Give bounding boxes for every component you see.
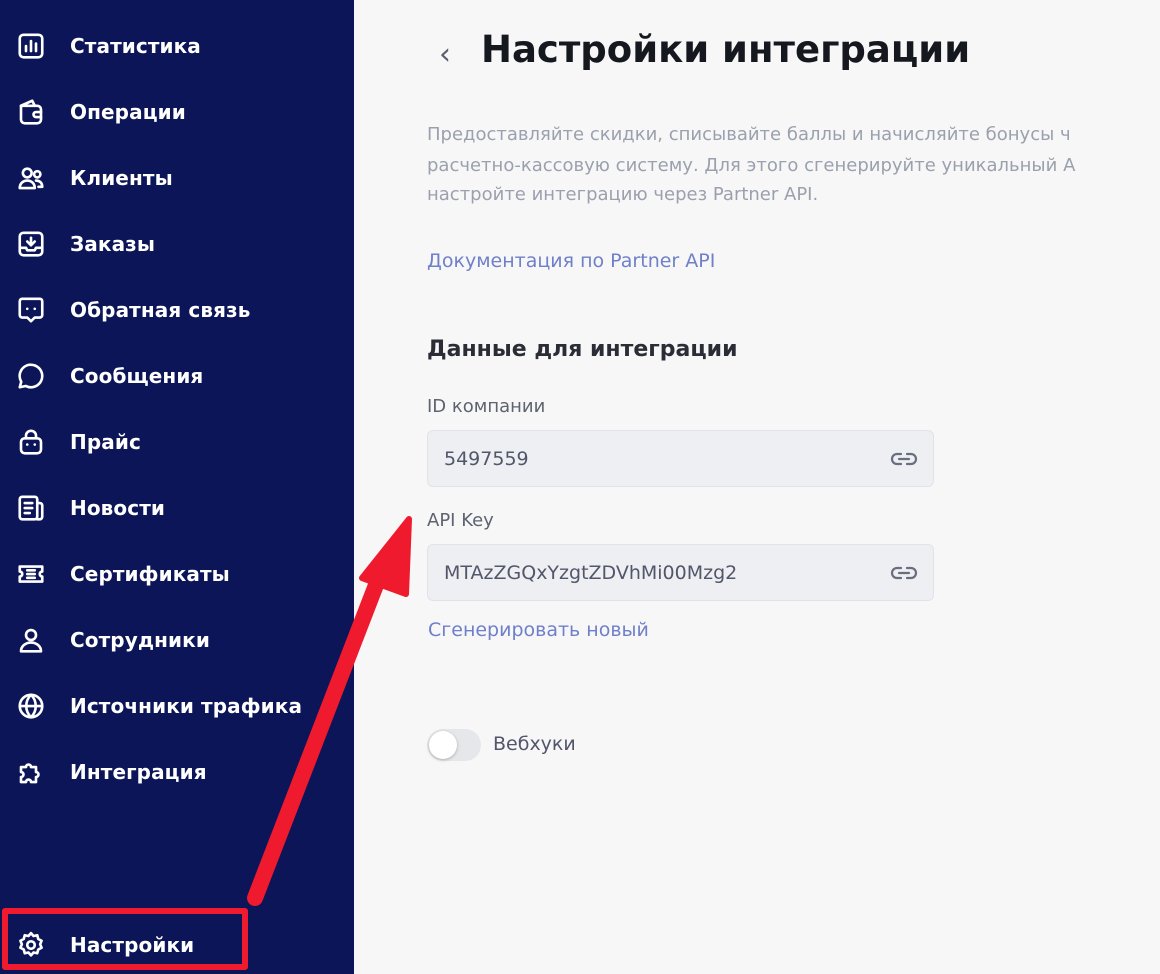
sidebar-item-price[interactable]: Прайс <box>0 417 354 467</box>
ticket-icon <box>16 559 46 589</box>
sidebar-item-traffic-sources[interactable]: Источники трафика <box>0 681 354 731</box>
feedback-icon <box>16 295 46 325</box>
user-icon <box>16 625 46 655</box>
sidebar-item-statistics[interactable]: Статистика <box>0 21 354 71</box>
chevron-left-icon: ‹ <box>439 36 451 72</box>
sidebar-item-label: Интеграция <box>70 760 207 784</box>
api-key-field[interactable]: MTAzZGQxYzgtZDVhMi00Mzg2 <box>427 544 934 601</box>
link-icon[interactable] <box>887 446 921 472</box>
sidebar-item-orders[interactable]: Заказы <box>0 219 354 269</box>
generate-new-key-link[interactable]: Сгенерировать новый <box>428 619 649 641</box>
company-id-field[interactable]: 5497559 <box>427 430 934 487</box>
description-line: настройте интеграцию через Partner API. <box>427 184 819 205</box>
globe-icon <box>16 691 46 721</box>
description-line: расчетно-кассовую систему. Для этого сге… <box>427 155 1076 176</box>
sidebar-item-certificates[interactable]: Сертификаты <box>0 549 354 599</box>
sidebar-item-feedback[interactable]: Обратная связь <box>0 285 354 335</box>
settings-highlight-box <box>2 908 248 970</box>
inbox-download-icon <box>16 229 46 259</box>
bar-chart-icon <box>16 31 46 61</box>
page-title: Настройки интеграции <box>481 28 971 71</box>
sidebar-item-label: Статистика <box>70 34 201 58</box>
sidebar-item-integration[interactable]: Интеграция <box>0 747 354 797</box>
webhooks-toggle[interactable] <box>427 729 481 761</box>
sidebar-item-employees[interactable]: Сотрудники <box>0 615 354 665</box>
sidebar-item-operations[interactable]: Операции <box>0 87 354 137</box>
company-id-label: ID компании <box>427 396 546 417</box>
main-content: ‹ Настройки интеграции Предоставляйте ск… <box>354 0 1160 974</box>
sidebar: Статистика Операции Клиенты Заказы Обрат… <box>0 0 354 974</box>
sidebar-item-clients[interactable]: Клиенты <box>0 153 354 203</box>
link-icon[interactable] <box>887 560 921 586</box>
sidebar-item-label: Клиенты <box>70 166 173 190</box>
webhooks-label: Вебхуки <box>493 733 576 755</box>
sidebar-item-label: Источники трафика <box>70 694 303 718</box>
description-line: Предоставляйте скидки, списывайте баллы … <box>427 124 1071 145</box>
api-key-label: API Key <box>427 510 494 531</box>
company-id-value: 5497559 <box>444 447 529 470</box>
sidebar-item-messages[interactable]: Сообщения <box>0 351 354 401</box>
sidebar-item-label: Сертификаты <box>70 562 230 586</box>
api-key-value: MTAzZGQxYzgtZDVhMi00Mzg2 <box>444 561 738 584</box>
toggle-knob <box>429 731 457 759</box>
sidebar-item-label: Новости <box>70 496 166 520</box>
back-button[interactable]: ‹ <box>430 34 460 74</box>
sidebar-item-label: Обратная связь <box>70 298 251 322</box>
sidebar-item-news[interactable]: Новости <box>0 483 354 533</box>
documentation-link[interactable]: Документация по Partner API <box>427 250 715 272</box>
sidebar-item-label: Сообщения <box>70 364 204 388</box>
section-title: Данные для интеграции <box>427 337 738 362</box>
users-icon <box>16 163 46 193</box>
sidebar-item-label: Сотрудники <box>70 628 210 652</box>
chat-bubble-icon <box>16 361 46 391</box>
shopping-bag-icon <box>16 427 46 457</box>
wallet-icon <box>16 97 46 127</box>
sidebar-item-label: Заказы <box>70 232 156 256</box>
sidebar-item-label: Операции <box>70 100 186 124</box>
newspaper-icon <box>16 493 46 523</box>
sidebar-item-label: Прайс <box>70 430 141 454</box>
puzzle-icon <box>16 757 46 787</box>
